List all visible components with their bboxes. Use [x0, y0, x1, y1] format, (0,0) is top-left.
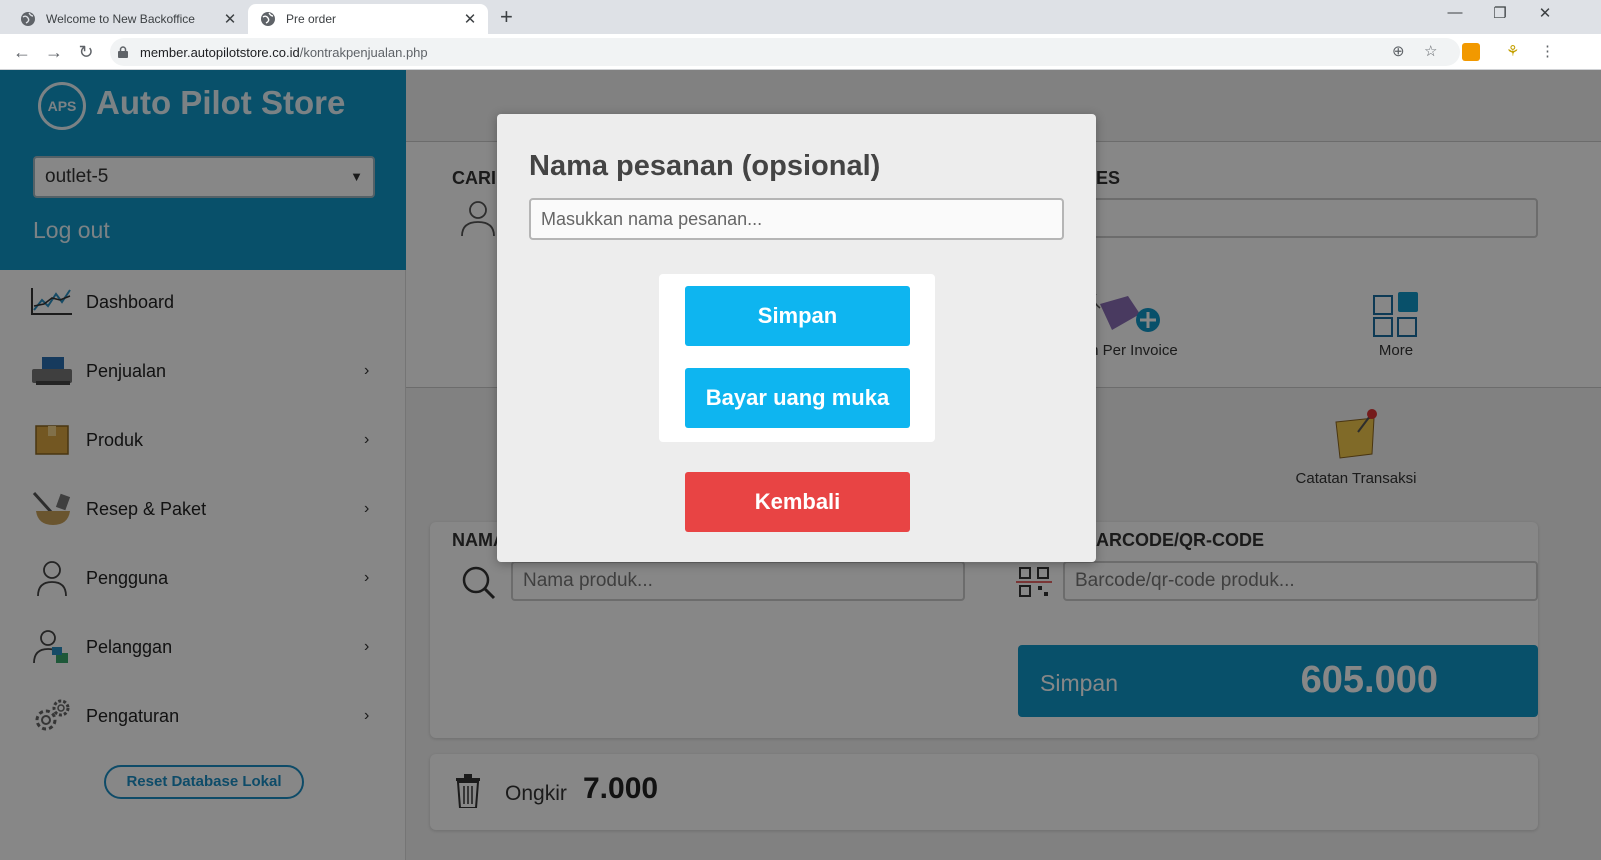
tab-title: Pre order	[286, 12, 337, 26]
pay-deposit-button[interactable]: Bayar uang muka	[685, 368, 910, 428]
close-tab-icon[interactable]: ✕	[222, 10, 238, 28]
order-name-modal: Nama pesanan (opsional) Simpan Bayar uan…	[497, 114, 1096, 562]
back-button[interactable]: Kembali	[685, 472, 910, 532]
save-button[interactable]: Simpan	[685, 286, 910, 346]
modal-title: Nama pesanan (opsional)	[529, 150, 881, 182]
url-field[interactable]: member.autopilotstore.co.id/kontrakpenju…	[110, 38, 1460, 66]
globe-icon	[21, 12, 35, 26]
order-name-input[interactable]	[529, 198, 1064, 240]
modal-button-group: Simpan Bayar uang muka	[659, 274, 935, 442]
address-bar: ← → ↻ member.autopilotstore.co.id/kontra…	[0, 34, 1601, 70]
lock-icon	[118, 46, 128, 58]
minimize-icon[interactable]: —	[1433, 4, 1477, 21]
browser-tab-preorder[interactable]: Pre order ✕	[248, 4, 488, 34]
extension-icon[interactable]	[1462, 43, 1480, 61]
browser-tab-welcome[interactable]: Welcome to New Backoffice ✕	[8, 4, 248, 34]
close-tab-icon[interactable]: ✕	[462, 10, 478, 28]
globe-icon	[261, 12, 275, 26]
profile-extension-icon[interactable]: ⚘	[1506, 42, 1519, 60]
forward-icon[interactable]: →	[42, 40, 66, 64]
url-text: member.autopilotstore.co.id/kontrakpenju…	[140, 44, 428, 60]
menu-kebab-icon[interactable]: ⋮	[1540, 42, 1555, 60]
new-tab-icon[interactable]: +	[500, 5, 513, 29]
tab-title: Welcome to New Backoffice	[46, 12, 195, 26]
restore-icon[interactable]: ❐	[1478, 4, 1522, 22]
bookmark-star-icon[interactable]: ☆	[1424, 42, 1437, 60]
close-window-icon[interactable]: ✕	[1523, 4, 1567, 22]
reload-icon[interactable]: ↻	[74, 40, 98, 64]
browser-tab-bar: Welcome to New Backoffice ✕ Pre order ✕ …	[0, 0, 1601, 34]
zoom-icon[interactable]: ⊕	[1392, 42, 1405, 60]
back-icon[interactable]: ←	[10, 40, 34, 64]
